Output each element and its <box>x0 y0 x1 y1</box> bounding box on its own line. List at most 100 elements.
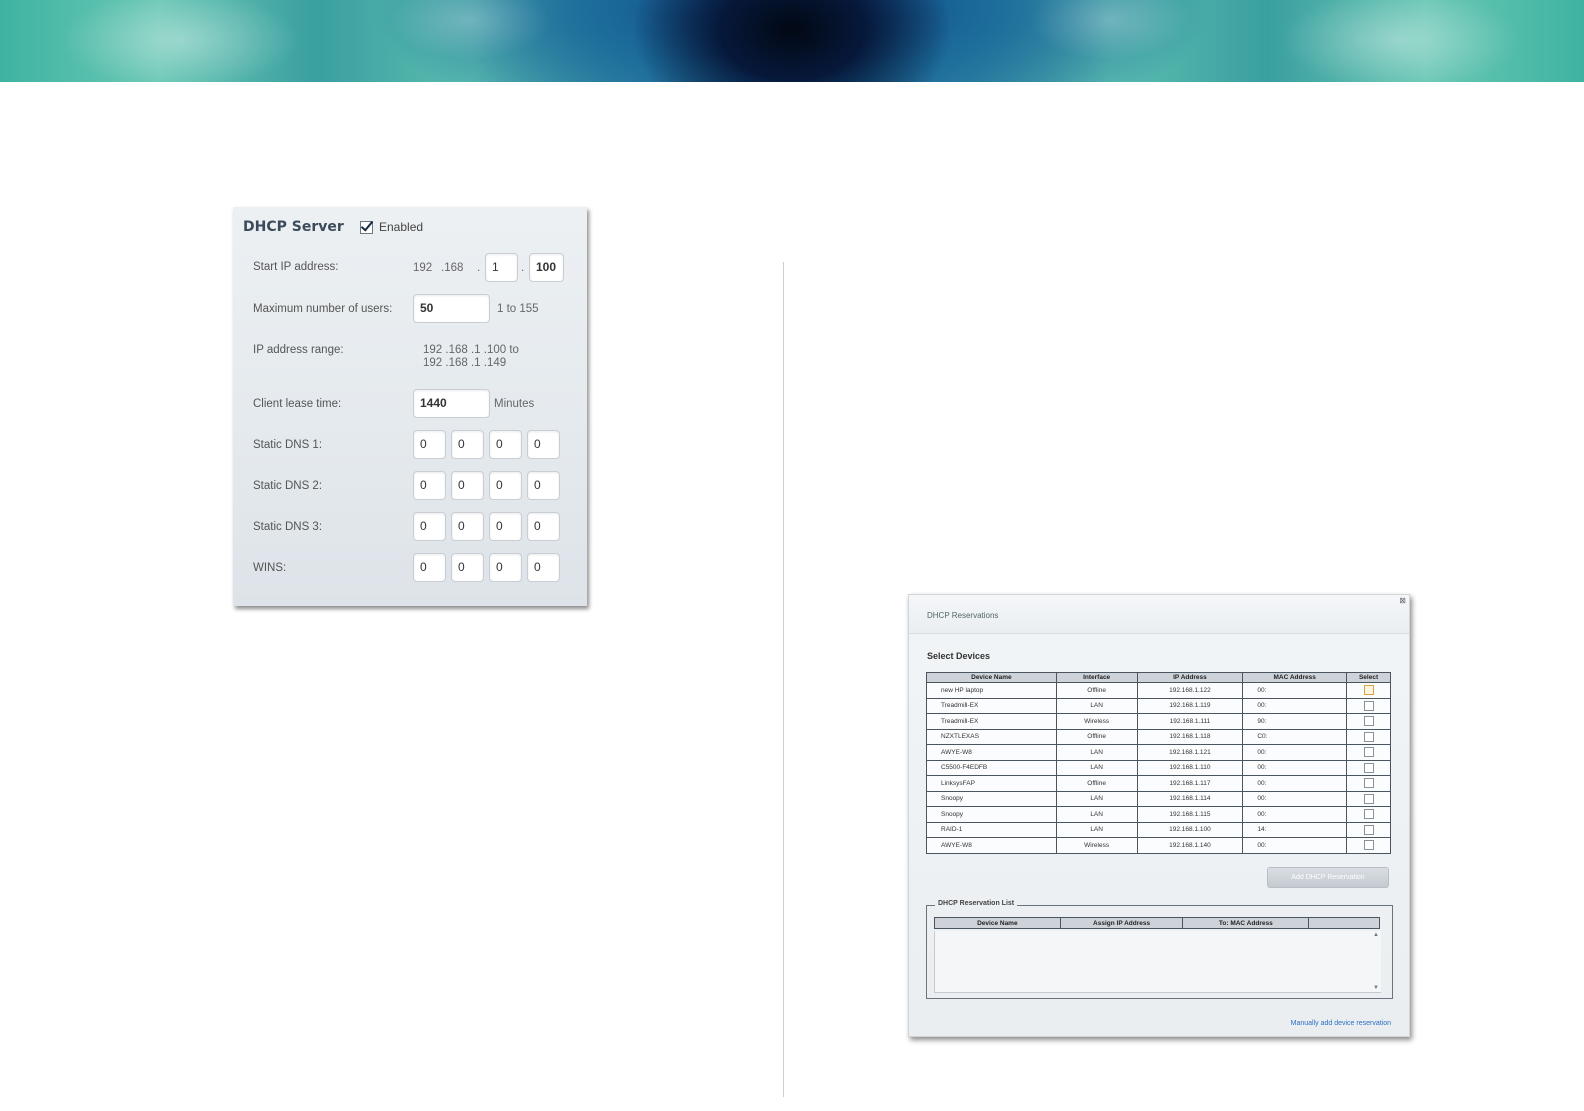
scroll-up-icon[interactable]: ▲ <box>1373 932 1379 938</box>
select-checkbox[interactable] <box>1363 840 1374 851</box>
col-mac-address: MAC Address <box>1242 672 1348 683</box>
col-interface: Interface <box>1055 672 1138 683</box>
dns3-octet4-input[interactable]: 0 <box>527 512 560 541</box>
interface-cell: Offline <box>1055 682 1138 699</box>
wins-octet4-input[interactable]: 0 <box>527 553 560 582</box>
select-checkbox[interactable] <box>1363 731 1374 742</box>
interface-cell: LAN <box>1055 806 1138 823</box>
lease-time-input[interactable]: 1440 <box>413 389 490 418</box>
table-row: C5500-F4EDFB LAN 192.168.1.110 00: <box>926 759 1391 776</box>
static-dns2-label: Static DNS 2: <box>253 480 323 492</box>
ip-address-cell: 192.168.1.111 <box>1136 713 1244 730</box>
enabled-label: Enabled <box>379 220 424 234</box>
add-dhcp-reservation-button[interactable]: Add DHCP Reservation <box>1267 867 1389 888</box>
dns1-octet2-input[interactable]: 0 <box>451 430 484 459</box>
wins-octet3-input[interactable]: 0 <box>489 553 522 582</box>
reservations-header: DHCP Reservations ⊠ <box>909 595 1409 634</box>
device-name-cell: new HP laptop <box>926 682 1057 699</box>
select-cell <box>1346 806 1391 823</box>
select-checkbox[interactable] <box>1363 762 1374 773</box>
dhcp-server-title: DHCP Server <box>243 219 344 235</box>
device-name-cell: LinksysFAP <box>926 775 1057 792</box>
mac-address-cell: 00: <box>1242 806 1348 823</box>
mac-address-cell: 00: <box>1242 682 1348 699</box>
mac-address-cell: 14: <box>1242 821 1348 838</box>
mac-address-cell: 90: <box>1242 713 1348 730</box>
dns3-octet2-input[interactable]: 0 <box>451 512 484 541</box>
start-ip-octet3-input[interactable]: 1 <box>485 253 518 282</box>
dns3-octet3-input[interactable]: 0 <box>489 512 522 541</box>
wins-octet2-input[interactable]: 0 <box>451 553 484 582</box>
device-name-cell: NZXTLEXAS <box>926 728 1057 745</box>
header-banner <box>0 0 1584 82</box>
enabled-control[interactable]: Enabled <box>360 220 423 234</box>
interface-cell: LAN <box>1055 697 1138 714</box>
start-ip-octet2: .168 <box>441 262 464 274</box>
dns2-octet3-input[interactable]: 0 <box>489 471 522 500</box>
reservation-list-table: Device Name Assign IP Address To: MAC Ad… <box>934 917 1380 929</box>
select-devices-heading: Select Devices <box>927 651 991 661</box>
table-row: AWYE-W8 LAN 192.168.1.121 00: <box>926 744 1391 761</box>
static-dns1-label: Static DNS 1: <box>253 439 323 451</box>
table-row: NZXTLEXAS Offline 192.168.1.118 C0: <box>926 728 1391 745</box>
select-cell <box>1346 775 1391 792</box>
select-checkbox[interactable] <box>1363 716 1374 727</box>
mac-address-cell: 00: <box>1242 697 1348 714</box>
table-row: Treadmill-EX LAN 192.168.1.119 00: <box>926 697 1391 714</box>
select-checkbox[interactable] <box>1363 778 1374 789</box>
ip-address-cell: 192.168.1.114 <box>1136 790 1244 807</box>
dhcp-server-panel: DHCP Server Enabled Start IP address: 19… <box>233 207 587 606</box>
dns1-octet3-input[interactable]: 0 <box>489 430 522 459</box>
select-cell <box>1346 682 1391 699</box>
table-row: Snoopy LAN 192.168.1.115 00: <box>926 806 1391 823</box>
ip-address-cell: 192.168.1.115 <box>1136 806 1244 823</box>
select-cell <box>1346 713 1391 730</box>
device-name-cell: Treadmill-EX <box>926 713 1057 730</box>
column-divider <box>783 262 784 1097</box>
select-cell <box>1346 728 1391 745</box>
max-users-input[interactable]: 50 <box>413 294 490 323</box>
ip-address-cell: 192.168.1.119 <box>1136 697 1244 714</box>
dns2-octet4-input[interactable]: 0 <box>527 471 560 500</box>
mac-address-cell: 00: <box>1242 837 1348 854</box>
dns2-octet2-input[interactable]: 0 <box>451 471 484 500</box>
list-col-mac: To: MAC Address <box>1182 917 1310 929</box>
reservation-list-body[interactable]: ▲ ▼ <box>934 931 1381 993</box>
interface-cell: LAN <box>1055 821 1138 838</box>
dns2-octet1-input[interactable]: 0 <box>413 471 446 500</box>
select-checkbox[interactable] <box>1363 700 1374 711</box>
select-cell <box>1346 837 1391 854</box>
select-checkbox[interactable] <box>1363 685 1374 696</box>
start-ip-octet1: 192 <box>413 262 433 274</box>
select-checkbox[interactable] <box>1363 747 1374 758</box>
max-users-hint: 1 to 155 <box>497 303 539 315</box>
dns1-octet4-input[interactable]: 0 <box>527 430 560 459</box>
table-row: AWYE-W8 Wireless 192.168.1.140 00: <box>926 837 1391 854</box>
device-name-cell: AWYE-W8 <box>926 744 1057 761</box>
ip-address-cell: 192.168.1.100 <box>1136 821 1244 838</box>
ip-range-start: 192 .168 .1 .100 to <box>423 344 519 356</box>
close-icon[interactable]: ⊠ <box>1399 596 1406 605</box>
select-checkbox[interactable] <box>1363 824 1374 835</box>
dns1-octet1-input[interactable]: 0 <box>413 430 446 459</box>
mac-address-cell: 00: <box>1242 775 1348 792</box>
col-ip-address: IP Address <box>1136 672 1244 683</box>
start-ip-label: Start IP address: <box>253 261 339 273</box>
select-checkbox[interactable] <box>1363 809 1374 820</box>
select-cell <box>1346 821 1391 838</box>
enabled-checkbox[interactable] <box>360 220 373 234</box>
manual-reservation-link[interactable]: Manually add device reservation <box>1291 1020 1391 1027</box>
select-cell <box>1346 697 1391 714</box>
select-cell <box>1346 759 1391 776</box>
start-ip-dot: . <box>477 262 481 274</box>
mac-address-cell: 00: <box>1242 744 1348 761</box>
start-ip-octet4-input[interactable]: 100 <box>529 253 564 282</box>
ip-address-cell: 192.168.1.110 <box>1136 759 1244 776</box>
mac-address-cell: C0: <box>1242 728 1348 745</box>
wins-octet1-input[interactable]: 0 <box>413 553 446 582</box>
select-checkbox[interactable] <box>1363 793 1374 804</box>
dns3-octet1-input[interactable]: 0 <box>413 512 446 541</box>
wins-label: WINS: <box>253 562 287 574</box>
table-row: Treadmill-EX Wireless 192.168.1.111 90: <box>926 713 1391 730</box>
scroll-down-icon[interactable]: ▼ <box>1373 985 1379 991</box>
